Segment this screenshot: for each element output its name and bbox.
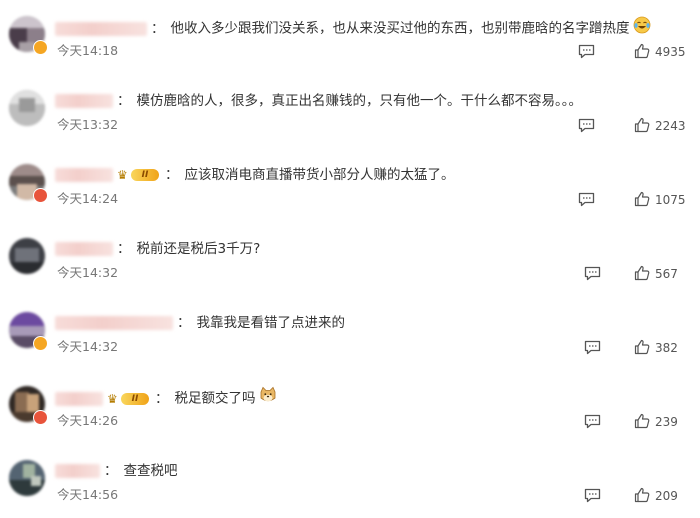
doge-emoji-icon [259,386,277,411]
comment-text: 税前还是税后3千万? [136,241,261,257]
thumbs-up-icon[interactable] [634,487,650,503]
like-count: 4935 [655,45,686,59]
crown-icon: ♛ [107,391,118,406]
comment-item: ： 他收入多少跟我们没关系，也从来没买过他的东西，也别带鹿晗的名字蹭热度今天14:… [0,2,700,74]
like-count: 567 [655,267,678,281]
username-blurred[interactable] [55,168,113,182]
thumbs-up-icon[interactable] [634,43,650,59]
colon-separator: ： [165,167,179,183]
comment-text: 我靠我是看错了点进来的 [196,315,346,331]
comment-timestamp: 今天14:32 [57,339,119,354]
colon-separator: ： [117,93,131,109]
laughing-tears-emoji-icon [633,16,651,41]
comment-reply-icon[interactable] [578,44,595,59]
comment-timestamp: 今天13:32 [57,117,119,132]
comment-line: ： 税前还是税后3千万? [55,238,260,260]
thumbs-up-icon[interactable] [634,413,650,429]
thumbs-up-icon[interactable] [634,117,650,133]
verified-badge-icon [33,188,48,203]
comment-reply-icon[interactable] [584,488,601,503]
like-count: 209 [655,489,678,503]
comment-item: ： 税前还是税后3千万? 今天14:32 567 [0,224,700,296]
comment-reply-icon[interactable] [584,340,601,355]
colon-separator: ： [151,20,165,37]
thumbs-up-icon[interactable] [634,265,650,281]
comment-text: 他收入多少跟我们没关系，也从来没买过他的东西，也别带鹿晗的名字蹭热度 [170,20,630,37]
comment-timestamp: 今天14:26 [57,413,119,428]
thumbs-up-icon[interactable] [634,191,650,207]
username-blurred[interactable] [55,464,100,478]
comment-line: ： 查查税吧 [55,460,178,482]
username-blurred[interactable] [55,94,113,108]
comment-item: ： 我靠我是看错了点进来的今天14:32 382 [0,298,700,370]
colon-separator: ： [177,315,191,331]
crown-icon: ♛ [117,168,128,182]
comment-item: ♛ II：税足额交了吗 今天14:26 239 [0,372,700,444]
comment-reply-icon[interactable] [578,118,595,133]
comment-text: 税足额交了吗 [174,390,256,407]
username-blurred[interactable] [55,391,103,406]
like-count: 239 [655,415,678,429]
like-count: 2243 [655,119,686,133]
comment-text: 查查税吧 [123,463,178,479]
comment-item: ： 模仿鹿晗的人，很多，真正出名赚钱的，只有他一个。干什么都不容易。。。今天13:… [0,76,700,148]
comment-reply-icon[interactable] [584,414,601,429]
thumbs-up-icon[interactable] [634,339,650,355]
badge-level-text: II [131,169,159,181]
comment-text: 模仿鹿晗的人，很多，真正出名赚钱的，只有他一个。干什么都不容易。。。 [136,93,583,109]
comment-line: ♛ II：税足额交了吗 [55,386,277,408]
username-blurred[interactable] [55,316,173,330]
comment-text: 应该取消电商直播带货小部分人赚的太猛了。 [184,167,455,183]
comment-reply-icon[interactable] [584,266,601,281]
colon-separator: ： [117,241,131,257]
verified-badge-icon [33,336,48,351]
verified-badge-icon [33,410,48,425]
comment-timestamp: 今天14:18 [57,43,119,58]
colon-separator: ： [155,390,169,407]
user-avatar[interactable] [9,238,45,274]
comment-line: ： 我靠我是看错了点进来的 [55,312,345,334]
comment-line: ♛ II：应该取消电商直播带货小部分人赚的太猛了。 [55,164,455,186]
verified-badge-icon [33,40,48,55]
like-count: 382 [655,341,678,355]
comment-item: ♛ II：应该取消电商直播带货小部分人赚的太猛了。 今天14:24 1075 [0,150,700,222]
user-avatar[interactable] [9,90,45,126]
fan-level-badge: ♛ II [107,391,151,407]
comment-item: ： 查查税吧 今天14:56 209 [0,446,700,518]
comment-list: ： 他收入多少跟我们没关系，也从来没买过他的东西，也别带鹿晗的名字蹭热度今天14:… [0,0,700,513]
username-blurred[interactable] [55,242,113,256]
comment-reply-icon[interactable] [578,192,595,207]
comment-line: ： 他收入多少跟我们没关系，也从来没买过他的东西，也别带鹿晗的名字蹭热度 [55,16,651,38]
comment-line: ： 模仿鹿晗的人，很多，真正出名赚钱的，只有他一个。干什么都不容易。。。 [55,90,582,112]
comment-timestamp: 今天14:32 [57,265,119,280]
user-avatar[interactable] [9,460,45,496]
comment-timestamp: 今天14:24 [57,191,119,206]
badge-level-text: II [121,392,149,405]
colon-separator: ： [104,463,118,479]
like-count: 1075 [655,193,686,207]
comment-timestamp: 今天14:56 [57,487,119,502]
username-blurred[interactable] [55,21,147,36]
fan-level-badge: ♛ II [117,167,161,183]
